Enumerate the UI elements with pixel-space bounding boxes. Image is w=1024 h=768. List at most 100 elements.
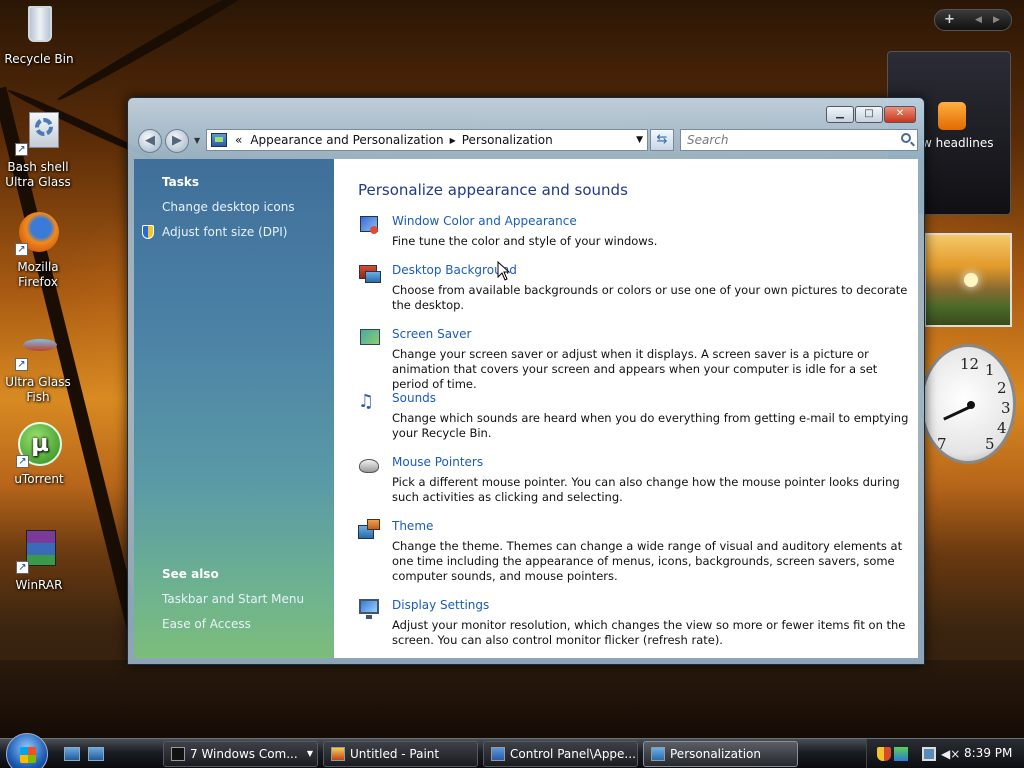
clock-number: 12 [960, 355, 980, 373]
minimize-button[interactable]: ▁ [826, 106, 854, 123]
clock-number: 3 [1001, 399, 1011, 417]
clock-gadget[interactable]: 12 1 2 3 4 5 7 [920, 344, 1016, 464]
desktop-icon-label: Bash shell Ultra Glass [5, 160, 71, 189]
paint-icon [331, 747, 345, 761]
clock-number: 7 [937, 435, 947, 453]
navigation-bar: ◀ ▶ ▼ « Appearance and Personalization ▶… [136, 128, 918, 154]
shortcut-arrow-icon: ↗ [15, 243, 28, 256]
taskbar-button-personalization[interactable]: Personalization [643, 741, 798, 767]
desktop-icon-label: Ultra Glass Fish [5, 375, 71, 404]
change-desktop-icons-link[interactable]: Change desktop icons [162, 200, 295, 214]
close-button[interactable]: ✕ [884, 106, 916, 123]
taskbar-button-label: Untitled - Paint [350, 747, 440, 761]
next-icon[interactable]: ▶ [993, 15, 1000, 25]
window-color-link[interactable]: Window Color and Appearance [392, 214, 577, 228]
slideshow-gadget[interactable] [924, 233, 1012, 327]
item-description: Choose from available backgrounds or col… [392, 283, 908, 312]
item-description: Change your screen saver or adjust when … [392, 347, 878, 391]
screen-saver-link[interactable]: Screen Saver [392, 327, 471, 341]
desktop-icon-label: Recycle Bin [4, 52, 74, 66]
taskbar-button-label: 7 Windows Com... [190, 747, 298, 761]
sounds-link[interactable]: Sounds [392, 391, 436, 405]
windows-defender-icon[interactable] [894, 747, 908, 761]
network-icon[interactable] [922, 747, 936, 761]
task-pane: Tasks Change desktop icons Adjust font s… [134, 159, 334, 658]
search-icon[interactable] [901, 133, 911, 143]
firefox-icon: ↗ [15, 210, 61, 256]
display-settings-link[interactable]: Display Settings [392, 598, 489, 612]
bash-shell-icon: ↗ [15, 110, 61, 156]
clock-number: 4 [997, 419, 1007, 437]
taskbar-button-windows-command[interactable]: 7 Windows Com... ▼ [163, 741, 318, 767]
taskbar-start-menu-link[interactable]: Taskbar and Start Menu [162, 592, 304, 606]
address-dropdown-icon[interactable]: ▼ [636, 135, 643, 145]
clock-number: 5 [985, 435, 995, 453]
fish-icon: ↗ [15, 325, 61, 371]
breadcrumb-appearance[interactable]: Appearance and Personalization [250, 133, 443, 147]
show-desktop-icon[interactable] [64, 747, 80, 761]
previous-icon[interactable]: ◀ [975, 15, 982, 25]
command-prompt-icon [171, 747, 185, 761]
desktop-icon-utorrent[interactable]: µ ↗ uTorrent [1, 422, 77, 487]
mouse-pointers-link[interactable]: Mouse Pointers [392, 455, 483, 469]
forward-button[interactable]: ▶ [165, 129, 189, 153]
switch-windows-icon[interactable] [88, 747, 104, 761]
winrar-icon: ↗ [16, 528, 62, 574]
sounds-icon: ♫ [358, 391, 375, 412]
taskbar-button-label: Control Panel\Appe... [510, 747, 636, 761]
display-settings-icon [358, 598, 382, 622]
address-overflow-chevron[interactable]: « [235, 133, 242, 147]
personalization-window[interactable]: ▁ □ ✕ ◀ ▶ ▼ « Appearance and Personaliza… [127, 97, 925, 665]
security-shield-icon[interactable] [877, 747, 891, 761]
volume-icon[interactable]: ◀× [941, 747, 960, 761]
utorrent-icon: µ ↗ [16, 422, 62, 468]
desktop-icon-label: uTorrent [14, 472, 64, 486]
recycle-bin-icon [16, 2, 62, 48]
clock-number: 2 [997, 379, 1007, 397]
clock-center [967, 401, 975, 409]
taskbar-clock[interactable]: 8:39 PM [964, 746, 1012, 760]
desktop-icon-recycle-bin[interactable]: Recycle Bin [1, 2, 77, 67]
breadcrumb-personalization[interactable]: Personalization [462, 133, 553, 147]
taskbar-button-control-panel[interactable]: Control Panel\Appe... [483, 741, 638, 767]
taskbar-button-label: Personalization [670, 747, 761, 761]
see-also-heading: See also [162, 567, 219, 581]
refresh-button[interactable]: ⇆ [650, 129, 674, 151]
mouse-pointer-icon [358, 455, 382, 479]
ease-of-access-link[interactable]: Ease of Access [162, 617, 251, 631]
add-gadget-icon[interactable]: + [944, 12, 955, 27]
clock-face: 12 1 2 3 4 5 7 [920, 344, 1016, 464]
group-dropdown-icon[interactable]: ▼ [307, 742, 313, 766]
clock-number: 1 [985, 361, 995, 379]
feed-headlines-label: w headlines [922, 136, 994, 150]
page-title: Personalize appearance and sounds [358, 181, 628, 199]
uac-shield-icon [142, 225, 154, 239]
start-button[interactable] [6, 733, 48, 768]
adjust-font-size-link[interactable]: Adjust font size (DPI) [162, 225, 287, 239]
shore-silhouette [0, 660, 1024, 738]
recent-pages-dropdown[interactable]: ▼ [194, 136, 200, 145]
sun-icon [964, 273, 978, 287]
taskbar-button-paint[interactable]: Untitled - Paint [323, 741, 478, 767]
maximize-button[interactable]: □ [855, 106, 883, 123]
theme-icon [358, 519, 382, 543]
back-button[interactable]: ◀ [138, 129, 162, 153]
breadcrumb-arrow-icon[interactable]: ▶ [450, 136, 456, 145]
desktop-icon-ultra-glass-fish[interactable]: ↗ Ultra Glass Fish [0, 325, 76, 405]
search-input[interactable]: Search [680, 129, 918, 151]
shortcut-arrow-icon: ↗ [15, 143, 28, 156]
desktop-icon-label: Mozilla Firefox [17, 260, 59, 289]
caption-buttons: ▁ □ ✕ [826, 106, 916, 123]
shortcut-arrow-icon: ↗ [15, 358, 28, 371]
address-bar[interactable]: « Appearance and Personalization ▶ Perso… [206, 129, 648, 151]
item-description: Adjust your monitor resolution, which ch… [392, 618, 906, 647]
theme-link[interactable]: Theme [392, 519, 433, 533]
taskbar: 7 Windows Com... ▼ Untitled - Paint Cont… [0, 733, 1024, 768]
desktop-icon-bash-shell[interactable]: ↗ Bash shell Ultra Glass [0, 110, 76, 190]
tasks-heading: Tasks [162, 175, 200, 189]
item-description: Fine tune the color and style of your wi… [392, 234, 658, 248]
sidebar-controls[interactable]: + ◀ ▶ [934, 9, 1012, 31]
desktop-icon-firefox[interactable]: ↗ Mozilla Firefox [0, 210, 76, 290]
desktop-icon-winrar[interactable]: ↗ WinRAR [1, 528, 77, 593]
control-panel-icon [211, 133, 227, 147]
